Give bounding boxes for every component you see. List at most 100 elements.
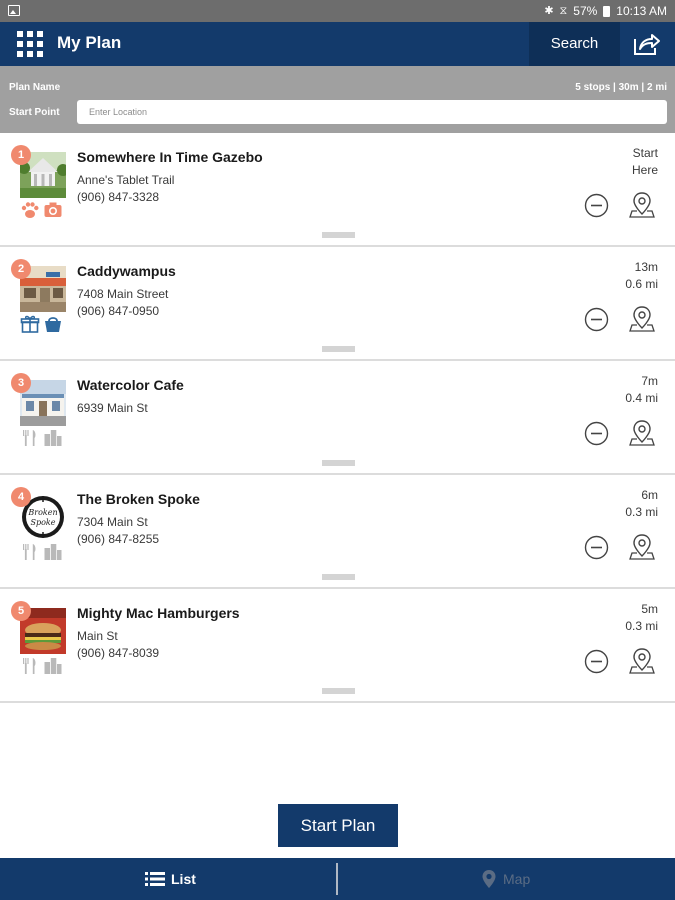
minus-circle-icon xyxy=(584,535,609,560)
category-icons xyxy=(20,314,63,339)
drag-handle[interactable] xyxy=(322,232,355,238)
alarm-icon: ⧖ xyxy=(559,5,568,17)
stop-item[interactable]: 4 Broken Spoke The Broken Spoke 7304 Main… xyxy=(0,475,675,589)
stop-travel-time: 7m xyxy=(641,374,658,388)
remove-stop-button[interactable] xyxy=(584,535,609,560)
buildings-icon xyxy=(43,656,63,681)
stop-name: Watercolor Cafe xyxy=(77,377,184,393)
map-pin-icon xyxy=(629,192,655,218)
stop-travel-info: Start Here xyxy=(578,145,658,179)
stop-name: Caddywampus xyxy=(77,263,176,279)
start-point-input[interactable] xyxy=(77,100,667,124)
stop-travel-info: 5m 0.3 mi xyxy=(578,601,658,635)
stop-travel-distance: 0.4 mi xyxy=(625,391,658,405)
stop-number-badge: 2 xyxy=(11,259,31,279)
drag-handle[interactable] xyxy=(322,688,355,694)
remove-stop-button[interactable] xyxy=(584,421,609,446)
tab-map[interactable]: Map xyxy=(481,858,530,900)
minus-circle-icon xyxy=(584,649,609,674)
remove-stop-button[interactable] xyxy=(584,307,609,332)
search-button[interactable]: Search xyxy=(529,22,620,66)
shopping-basket-icon xyxy=(43,314,63,339)
list-icon xyxy=(145,872,165,886)
start-point-label: Start Point xyxy=(9,107,60,118)
fork-knife-icon xyxy=(20,428,40,453)
camera-icon xyxy=(43,200,63,225)
stop-number-badge: 1 xyxy=(11,145,31,165)
paw-icon xyxy=(20,200,40,225)
category-icons xyxy=(20,200,63,225)
minus-circle-icon xyxy=(584,193,609,218)
stop-number-badge: 3 xyxy=(11,373,31,393)
locate-stop-button[interactable] xyxy=(629,533,655,561)
bottom-nav: List Map xyxy=(0,858,675,900)
minus-circle-icon xyxy=(584,421,609,446)
app-bar: My Plan Search xyxy=(0,22,675,66)
stop-phone: (906) 847-8039 xyxy=(77,646,160,660)
grid-menu-icon[interactable] xyxy=(17,31,43,57)
locate-stop-button[interactable] xyxy=(629,647,655,675)
drag-handle[interactable] xyxy=(322,574,355,580)
stop-name: Somewhere In Time Gazebo xyxy=(77,149,263,165)
stop-address: Anne's Tablet Trail xyxy=(77,173,175,187)
drag-handle[interactable] xyxy=(322,460,355,466)
status-time: 10:13 AM xyxy=(616,4,667,18)
stop-travel-info: 6m 0.3 mi xyxy=(578,487,658,521)
stop-travel-distance: 0.3 mi xyxy=(625,619,658,633)
battery-icon xyxy=(603,5,611,17)
image-notification-icon xyxy=(8,5,20,16)
category-icons xyxy=(20,542,63,567)
stop-item[interactable]: 2 Caddywampus 7408 Main Street (906) 847… xyxy=(0,247,675,361)
start-plan-button[interactable]: Start Plan xyxy=(278,804,398,847)
share-button[interactable] xyxy=(631,31,661,57)
tab-list-label: List xyxy=(171,871,196,887)
minus-circle-icon xyxy=(584,307,609,332)
share-icon xyxy=(634,34,660,55)
status-right: ✱ ⧖ 57% 10:13 AM xyxy=(544,3,667,19)
stop-number-badge: 5 xyxy=(11,601,31,621)
svg-text:Spoke: Spoke xyxy=(31,518,56,527)
buildings-icon xyxy=(43,428,63,453)
stop-travel-distance: 0.6 mi xyxy=(625,277,658,291)
plan-header: Plan Name 5 stops | 30m | 2 mi Start Poi… xyxy=(0,66,675,133)
map-pin-icon xyxy=(482,870,496,888)
remove-stop-button[interactable] xyxy=(584,193,609,218)
stop-travel-distance: Here xyxy=(631,163,658,177)
locate-stop-button[interactable] xyxy=(629,419,655,447)
tab-list[interactable]: List xyxy=(145,858,196,900)
stops-list: 1 Somewhere In Time Gazebo Anne's Tablet… xyxy=(0,133,675,703)
locate-stop-button[interactable] xyxy=(629,191,655,219)
svg-text:Broken: Broken xyxy=(27,508,57,517)
stop-item[interactable]: 3 Watercolor Cafe 6939 Main St 7m 0.4 mi xyxy=(0,361,675,475)
stop-travel-time: 6m xyxy=(641,488,658,502)
stop-name: Mighty Mac Hamburgers xyxy=(77,605,240,621)
category-icons xyxy=(20,656,63,681)
map-pin-icon xyxy=(629,306,655,332)
locate-stop-button[interactable] xyxy=(629,305,655,333)
stop-address: 7304 Main St xyxy=(77,515,148,529)
fork-knife-icon xyxy=(20,656,40,681)
map-pin-icon xyxy=(629,534,655,560)
stop-phone: (906) 847-0950 xyxy=(77,304,160,318)
category-icons xyxy=(20,428,63,453)
stop-item[interactable]: 5 Mighty Mac Hamburgers Main St (906) 84… xyxy=(0,589,675,703)
page-title: My Plan xyxy=(57,33,122,52)
stop-item[interactable]: 1 Somewhere In Time Gazebo Anne's Tablet… xyxy=(0,133,675,247)
battery-percent: 57% xyxy=(573,4,598,18)
stop-travel-info: 7m 0.4 mi xyxy=(578,373,658,407)
drag-handle[interactable] xyxy=(322,346,355,352)
nav-divider xyxy=(336,863,338,895)
stop-name: The Broken Spoke xyxy=(77,491,200,507)
plan-name-label: Plan Name xyxy=(9,82,61,93)
stop-phone: (906) 847-8255 xyxy=(77,532,160,546)
stop-travel-time: Start xyxy=(632,146,658,160)
tab-map-label: Map xyxy=(503,871,531,887)
stop-travel-time: 5m xyxy=(641,602,658,616)
status-bar: ✱ ⧖ 57% 10:13 AM xyxy=(0,0,675,22)
bluetooth-icon: ✱ xyxy=(544,5,554,17)
stop-number-badge: 4 xyxy=(11,487,31,507)
map-pin-icon xyxy=(629,648,655,674)
stop-travel-distance: 0.3 mi xyxy=(625,505,658,519)
remove-stop-button[interactable] xyxy=(584,649,609,674)
stop-travel-time: 13m xyxy=(634,260,658,274)
